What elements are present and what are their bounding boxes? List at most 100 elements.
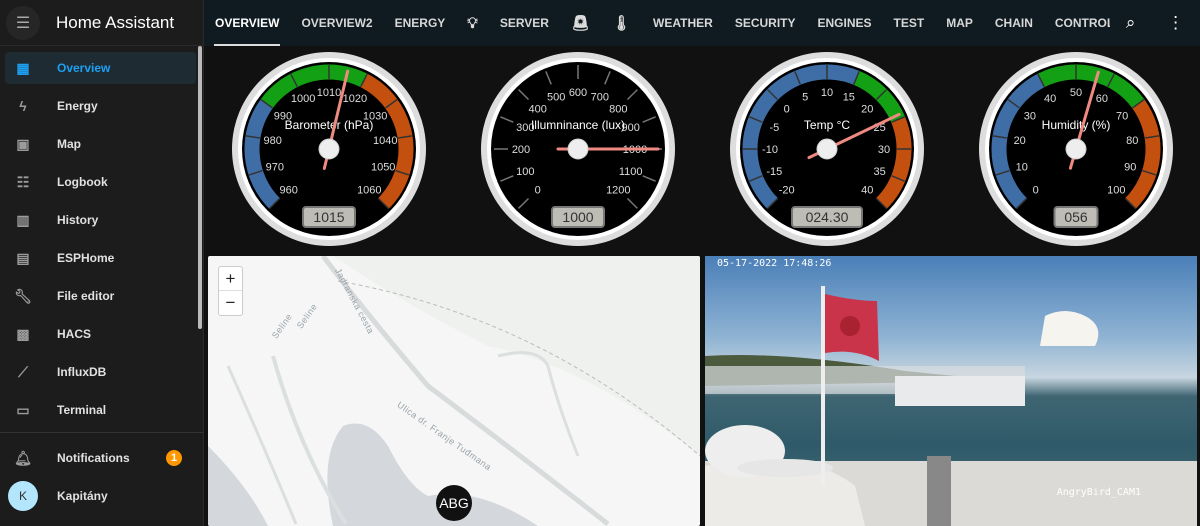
gauge-row: 960 970 980 990 1000 1010 1020 1030 1040 1050 1060…	[204, 46, 1200, 252]
sidebar-item-hacs[interactable]: ▩ HACS	[5, 318, 196, 350]
gauge-tick-label: 400	[528, 104, 546, 116]
gauge-tick-label: 0	[783, 104, 789, 116]
account-box-icon: ▣	[16, 135, 30, 152]
sidebar-item-label: InfluxDB	[57, 365, 107, 379]
alarm-light-icon[interactable]: 🚨︎	[560, 0, 601, 46]
gauge-needle-hub	[318, 138, 339, 160]
camera-card[interactable]: 05-17-2022 17:48:26 AngryBird_CAM1	[705, 256, 1197, 526]
search-icon[interactable]: ⌕	[1126, 13, 1136, 33]
gauge-tick-label: 200	[511, 144, 529, 156]
tab-overview[interactable]: OVERVIEW	[204, 0, 290, 46]
gauge-card-barometer: 960 970 980 990 1000 1010 1020 1030 1040 1050 1060…	[204, 46, 453, 252]
gauge-tick-label: 100	[1107, 184, 1125, 196]
zoom-in-button[interactable]: +	[219, 267, 242, 291]
sidebar-item-logbook[interactable]: ☷ Logbook	[5, 166, 196, 198]
camera-timestamp: 05-17-2022 17:48:26	[717, 258, 832, 269]
thermometer-icon[interactable]: 🌡︎	[601, 0, 642, 46]
gauge-value: 1015	[313, 209, 344, 225]
hacs-store-icon: ▩	[16, 325, 30, 342]
gauge-tick-label: 35	[873, 166, 885, 178]
gauge-tick-label: 960	[279, 184, 297, 196]
map-card[interactable]: Jadranska cesta Ulica dr. Franje Tuđmana…	[208, 256, 700, 526]
gauge-tick-label: 15	[842, 91, 854, 103]
chart-box-icon: ▥	[16, 211, 30, 228]
view-dashboard-icon: ▦	[16, 59, 30, 76]
gauge-tick-label: 40	[861, 184, 873, 196]
gauge-title: Humidity (%)	[1041, 118, 1110, 132]
view-tabs: OVERVIEW OVERVIEW2 ENERGY 💡︎ SERVER 🚨︎ 🌡…	[204, 0, 1200, 46]
tab-map[interactable]: MAP	[935, 0, 984, 46]
tab-overview2[interactable]: OVERVIEW2	[290, 0, 383, 46]
sidebar-item-label: Map	[57, 137, 81, 151]
gauge-tick-label: 40	[1043, 93, 1055, 105]
sidebar-item-energy[interactable]: ϟ Energy	[5, 90, 196, 122]
gauge-needle-hub	[567, 138, 588, 160]
sidebar-item-label: File editor	[57, 289, 115, 303]
sidebar-item-influxdb[interactable]: ⟋ InfluxDB	[5, 356, 196, 388]
gauge-tick-label: 30	[1023, 110, 1035, 122]
gauge-tick-label: 80	[1126, 135, 1138, 147]
gauge-tick-label: 5	[802, 91, 808, 103]
gauge-card-illuminance: 0100200300400500600700800900100011001200…	[453, 46, 702, 252]
notification-badge: 1	[166, 450, 182, 466]
sidebar-scrollbar[interactable]	[198, 46, 202, 329]
gauge-tick-label: 1040	[373, 135, 397, 147]
tab-weather[interactable]: WEATHER	[642, 0, 724, 46]
tab-server[interactable]: SERVER	[489, 0, 560, 46]
bell-icon: 🔔︎	[14, 449, 32, 466]
tab-security[interactable]: SECURITY	[724, 0, 807, 46]
gauge-tick-label: 20	[861, 104, 873, 116]
tab-test[interactable]: TEST	[883, 0, 936, 46]
sidebar-item-label: History	[57, 213, 99, 227]
more-vertical-icon[interactable]: ⋮	[1167, 13, 1184, 33]
gauge-tick-label: 600	[568, 87, 586, 99]
gauge-tick-label: -10	[762, 144, 778, 156]
avatar: K	[8, 481, 38, 511]
map-marker[interactable]: ABG	[436, 485, 472, 521]
lightning-bolt-icon: ϟ	[19, 98, 27, 114]
gauge-tick-label: 20	[1013, 135, 1025, 147]
gauge-title: Barometer (hPa)	[284, 118, 373, 132]
gauge-card-temperature: -20 -15 -10 -5 0 5 10 15 20 25 30 35 40 Temp °C 024.30	[702, 46, 951, 252]
gauge-tick-label: 30	[877, 144, 889, 156]
sidebar-item-user[interactable]: K Kapitány	[5, 480, 196, 512]
format-list-bulleted-icon: ☷	[16, 173, 30, 190]
gauge-tick-label: 1060	[357, 184, 381, 196]
sidebar-item-terminal[interactable]: ▭ Terminal	[5, 394, 196, 426]
sidebar-item-map[interactable]: ▣ Map	[5, 128, 196, 160]
tab-engines[interactable]: ENGINES	[807, 0, 883, 46]
sidebar-item-notifications[interactable]: 🔔︎ Notifications 1	[5, 442, 196, 474]
gauge-tick-label: -15	[766, 166, 782, 178]
gauge-value: 024.30	[805, 209, 848, 225]
gauge-tick-label: 100	[516, 166, 534, 178]
gauge-tick-label: 0	[1032, 184, 1038, 196]
sidebar-item-label: Terminal	[57, 403, 107, 417]
gauge-tick-label: 70	[1115, 110, 1127, 122]
gauge-tick-label: 1050	[370, 162, 394, 174]
gauge-tick-label: 10	[1015, 162, 1027, 174]
tab-chain[interactable]: CHAIN	[984, 0, 1044, 46]
map-zoom-controls: + −	[218, 266, 243, 316]
gauge-value: 056	[1064, 209, 1088, 225]
sidebar-divider	[0, 432, 204, 433]
gauge-temperature: -20-15-10-505 10 152025303540Temp °C024.30	[729, 52, 924, 246]
chart-line-icon: ⟋	[18, 363, 28, 380]
gauge-tick-label: 90	[1124, 162, 1136, 174]
gauge-tick-label: 60	[1095, 93, 1107, 105]
gauge-humidity: 0 10 20 30 40 50 60 70 80 90 100 Humidity (%) 056	[978, 52, 1173, 246]
app-title: Home Assistant	[56, 12, 175, 32]
camera-name: AngryBird_CAM1	[1056, 487, 1141, 498]
tab-energy[interactable]: ENERGY	[384, 0, 457, 46]
sidebar-item-overview[interactable]: ▦ Overview	[5, 52, 196, 84]
gauge-needle-hub	[816, 138, 837, 160]
sidebar: ☰ Home Assistant ▦ Overview ϟ Energy ▣ Map ☷ Lo…	[0, 0, 204, 526]
sidebar-item-history[interactable]: ▥ History	[5, 204, 196, 236]
sidebar-item-esphome[interactable]: ▤ ESPHome	[5, 242, 196, 274]
menu-collapse-icon[interactable]: ☰	[6, 5, 40, 40]
gauge-tick-label: 50	[1069, 87, 1081, 99]
gauge-tick-label: 700	[590, 91, 608, 103]
sidebar-item-file-editor[interactable]: 🔧︎ File editor	[5, 280, 196, 312]
gauge-title: Temp °C	[803, 118, 849, 132]
zoom-out-button[interactable]: −	[219, 291, 242, 315]
lightbulb-icon[interactable]: 💡︎	[456, 0, 489, 46]
